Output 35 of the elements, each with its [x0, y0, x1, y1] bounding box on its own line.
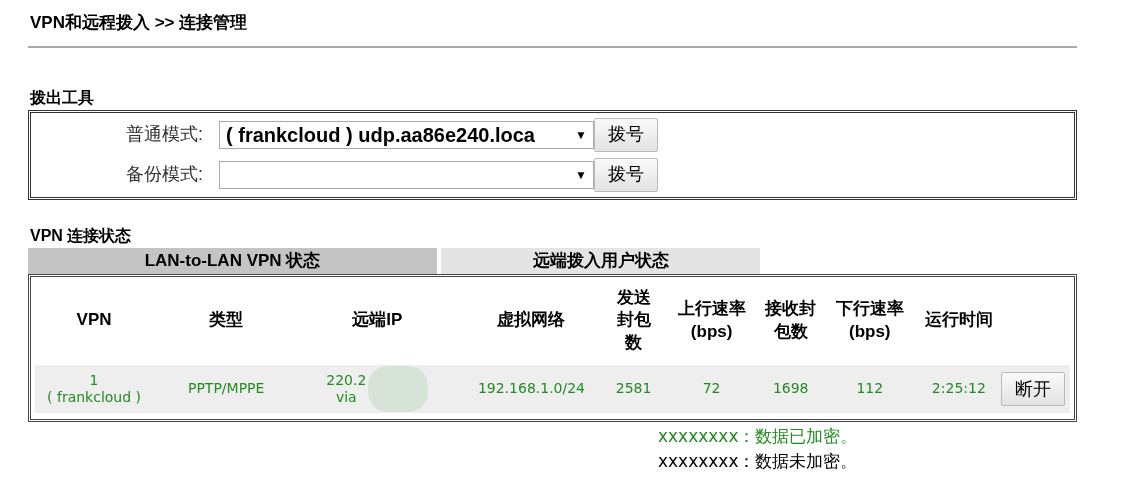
table-cell: PPTP/MPPE	[153, 364, 300, 413]
caret-icon: ▼	[575, 125, 587, 144]
dropdown-field[interactable]: ▼	[219, 160, 594, 189]
tab[interactable]: 远端拨入用户状态	[441, 247, 760, 274]
caret-icon: ▼	[575, 165, 587, 184]
column-header: 虚拟网络	[496, 309, 567, 332]
section-title: 拨出工具	[30, 87, 94, 108]
table-cell: 112	[817, 364, 922, 413]
table-cell: 1698	[763, 364, 818, 413]
column-header: VPN	[75, 309, 113, 332]
dial-button[interactable]: 拨号	[594, 117, 658, 152]
page-title: VPN和远程拨入 >> 连接管理	[30, 12, 248, 34]
table-cell: 2:25:12	[921, 364, 996, 413]
table-cell: 2581	[607, 364, 660, 413]
table-cell: 72	[659, 364, 764, 413]
disconnect-button[interactable]: 断开	[1000, 371, 1065, 406]
column-header: 下行速率 (bps)	[834, 298, 905, 343]
table-cell: 192.168.1.0/24	[455, 364, 608, 413]
dial-button[interactable]: 拨号	[594, 157, 658, 192]
field-label: 普通模式:	[125, 123, 204, 146]
privacy-blur	[368, 365, 429, 412]
column-header: 远端IP	[351, 309, 404, 332]
column-header: 接收封包数	[763, 298, 818, 343]
section-title: VPN 连接状态	[30, 225, 132, 246]
tab[interactable]: LAN-to-LAN VPN 状态	[28, 247, 437, 274]
table-cell: 1 ( frankcloud )	[35, 364, 154, 413]
legend-text: xxxxxxxx：数据已加密。	[658, 425, 858, 446]
legend-text: xxxxxxxx：数据未加密。	[658, 450, 858, 471]
table-cell: 220.2 via	[326, 371, 367, 406]
field-label: 备份模式:	[125, 163, 204, 186]
dropdown-field[interactable]: ( frankcloud ) udp.aa86e240.loca ▼	[219, 120, 594, 149]
column-header: 运行时间	[923, 309, 994, 332]
column-header: 类型	[208, 309, 245, 332]
column-header: 发送封包数	[615, 287, 652, 354]
column-header: 上行速率 (bps)	[659, 276, 764, 365]
